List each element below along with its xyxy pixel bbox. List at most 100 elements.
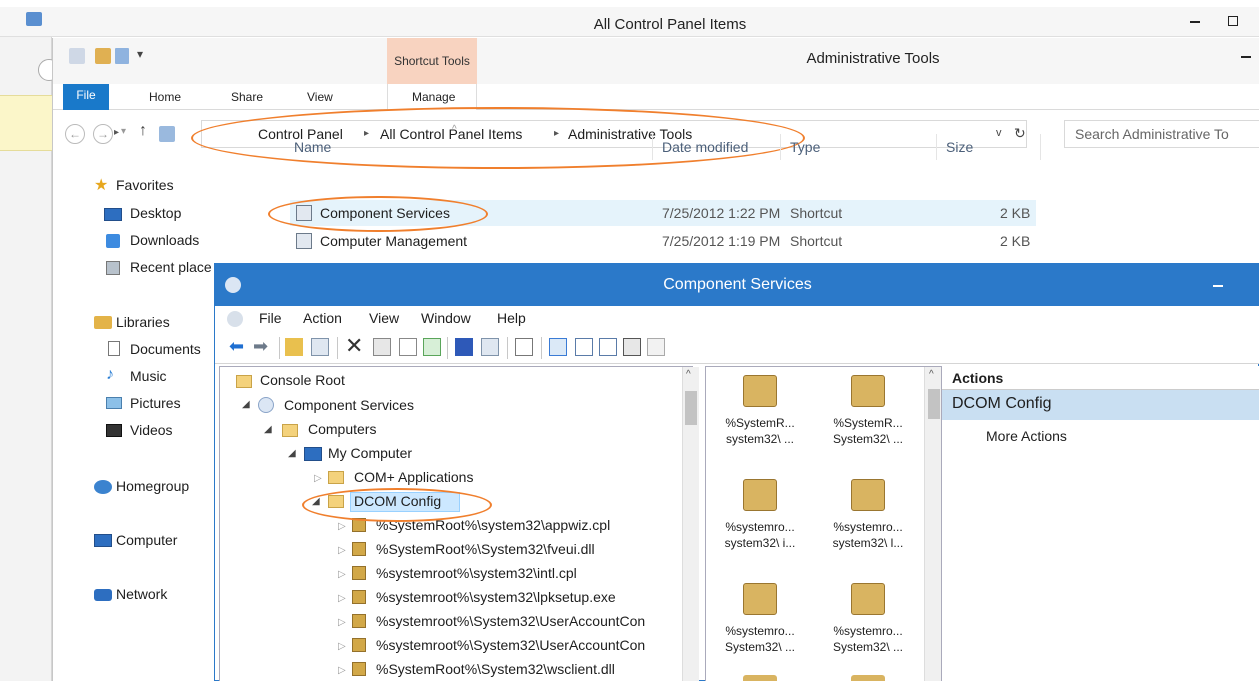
back-arrow-icon[interactable]: ← <box>65 124 85 144</box>
list-item[interactable]: %systemroot%\System32\UserAccountCon <box>376 637 645 653</box>
forward-arrow-icon[interactable]: → <box>93 124 113 144</box>
expanded-triangle-icon[interactable]: ◢ <box>288 448 296 459</box>
list-item[interactable]: %systemroot%\System32\UserAccountCon <box>376 613 645 629</box>
tree-computers[interactable]: Computers <box>308 421 376 437</box>
tree-my-computer[interactable]: My Computer <box>328 445 412 461</box>
nav-network[interactable]: Network <box>116 586 167 602</box>
icon-item[interactable]: %systemro... System32\ ... <box>706 583 814 669</box>
icon-caption-line2: system32\ ... <box>725 432 795 446</box>
forward-arrow-icon[interactable]: ➡ <box>253 336 268 357</box>
ribbon-tab-home[interactable]: Home <box>149 90 181 104</box>
collapsed-triangle-icon[interactable]: ▷ <box>338 617 346 628</box>
list-item[interactable]: %SystemRoot%\System32\wsclient.dll <box>376 661 615 677</box>
tree-console-root[interactable]: Console Root <box>260 372 345 388</box>
column-header-date-modified[interactable]: Date modified <box>662 139 748 155</box>
maximize-icon[interactable] <box>1228 16 1238 26</box>
expanded-triangle-icon[interactable]: ◢ <box>242 399 250 410</box>
icon-item[interactable]: %SystemR... system32\ ... <box>706 375 814 461</box>
nav-downloads[interactable]: Downloads <box>130 232 199 248</box>
minimize-icon[interactable] <box>1190 21 1200 23</box>
nav-documents[interactable]: Documents <box>130 341 201 357</box>
scroll-up-icon[interactable]: ^ <box>686 369 691 380</box>
recent-places-icon <box>106 261 120 275</box>
tree-com-plus-applications[interactable]: COM+ Applications <box>354 469 473 485</box>
list-item[interactable]: %systemroot%\system32\lpksetup.exe <box>376 589 616 605</box>
file-name[interactable]: Computer Management <box>320 233 467 249</box>
collapsed-triangle-icon[interactable]: ▷ <box>338 593 346 604</box>
menu-window[interactable]: Window <box>421 310 471 326</box>
ribbon-tab-file[interactable]: File <box>63 84 109 110</box>
list-view-icon[interactable] <box>599 338 617 356</box>
icons-scrollbar[interactable]: ^ <box>924 367 942 681</box>
results-icon-pane[interactable]: ^ %SystemR... system32\ ... %SystemR... … <box>705 366 942 681</box>
properties-icon[interactable] <box>373 338 391 356</box>
export-list-icon[interactable] <box>399 338 417 356</box>
more-actions-link[interactable]: More Actions <box>986 428 1067 444</box>
collapsed-triangle-icon[interactable]: ▷ <box>338 521 346 532</box>
menu-file[interactable]: File <box>259 310 282 326</box>
column-header-name[interactable]: Name <box>294 139 331 155</box>
list-item[interactable]: %systemroot%\system32\intl.cpl <box>376 565 577 581</box>
help-icon[interactable] <box>455 338 473 356</box>
scroll-thumb[interactable] <box>928 389 940 419</box>
nav-homegroup[interactable]: Homegroup <box>116 478 189 494</box>
nav-computer[interactable]: Computer <box>116 532 177 548</box>
expanded-triangle-icon[interactable]: ◢ <box>264 424 272 435</box>
icon-item[interactable]: %systemro... System32\ ... <box>814 583 922 669</box>
dcom-package-icon <box>851 583 885 615</box>
dcom-app-icon <box>352 638 366 652</box>
status-view-icon[interactable] <box>647 338 665 356</box>
console-tree-pane[interactable]: ^ Console Root ◢ Component Services ◢ Co… <box>219 366 699 681</box>
computer-icon <box>94 534 112 547</box>
nav-pictures[interactable]: Pictures <box>130 395 181 411</box>
actions-selected-row[interactable]: DCOM Config <box>942 390 1259 420</box>
icon-item[interactable]: %SystemR... System32\ ... <box>814 375 922 461</box>
search-field[interactable]: Search Administrative To <box>1064 120 1259 148</box>
up-one-level-icon[interactable] <box>285 338 303 356</box>
detail-view-icon[interactable] <box>623 338 641 356</box>
small-icons-view-icon[interactable] <box>575 338 593 356</box>
show-hide-action-pane-icon[interactable] <box>481 338 499 356</box>
address-dropdown-icon[interactable]: v <box>996 127 1002 139</box>
collapsed-triangle-icon[interactable]: ▷ <box>338 665 346 676</box>
file-type: Shortcut <box>790 233 843 249</box>
collapsed-triangle-icon[interactable]: ▷ <box>338 641 346 652</box>
scroll-up-icon[interactable]: ^ <box>929 369 934 380</box>
nav-favorites-header[interactable]: Favorites <box>116 177 174 193</box>
column-header-type[interactable]: Type <box>790 139 820 155</box>
ribbon-tab-manage[interactable]: Manage <box>412 90 455 104</box>
scroll-thumb[interactable] <box>685 391 697 425</box>
refresh-icon[interactable] <box>423 338 441 356</box>
tree-scrollbar[interactable]: ^ <box>682 367 699 681</box>
nav-libraries-header[interactable]: Libraries <box>116 314 170 330</box>
menu-action[interactable]: Action <box>303 310 342 326</box>
favorites-star-icon: ★ <box>94 177 109 194</box>
icon-item[interactable]: %systemro... system32\ i... <box>706 479 814 565</box>
recent-locations-chevron-icon[interactable]: ▾ <box>121 126 126 137</box>
delete-icon[interactable]: ✕ <box>345 333 363 359</box>
new-window-icon[interactable] <box>515 338 533 356</box>
menu-view[interactable]: View <box>369 310 399 326</box>
tree-component-services[interactable]: Component Services <box>284 397 414 413</box>
ribbon-tab-share[interactable]: Share <box>231 90 263 104</box>
menu-help[interactable]: Help <box>497 310 526 326</box>
large-icons-view-icon[interactable] <box>549 338 567 356</box>
list-item[interactable]: %SystemRoot%\System32\fveui.dll <box>376 541 595 557</box>
nav-videos[interactable]: Videos <box>130 422 173 438</box>
nav-desktop[interactable]: Desktop <box>130 205 181 221</box>
refresh-icon[interactable]: ↻ <box>1014 125 1026 142</box>
collapsed-triangle-icon[interactable]: ▷ <box>338 545 346 556</box>
collapsed-triangle-icon[interactable]: ▷ <box>314 473 322 484</box>
show-hide-console-tree-icon[interactable] <box>311 338 329 356</box>
ribbon-tab-manage-container[interactable]: Manage <box>387 84 477 110</box>
collapsed-triangle-icon[interactable]: ▷ <box>338 569 346 580</box>
back-arrow-icon[interactable]: ⬅ <box>229 336 244 357</box>
icon-item[interactable]: %systemro... system32\ l... <box>814 479 922 565</box>
nav-recent-places[interactable]: Recent place <box>130 259 212 275</box>
explorer-minimize-icon[interactable] <box>1241 56 1251 58</box>
column-header-size[interactable]: Size <box>946 139 973 155</box>
up-arrow-icon[interactable]: ↑ <box>139 122 147 140</box>
nav-music[interactable]: Music <box>130 368 167 384</box>
ribbon-tab-view[interactable]: View <box>307 90 333 104</box>
cs-minimize-icon[interactable] <box>1213 285 1223 287</box>
